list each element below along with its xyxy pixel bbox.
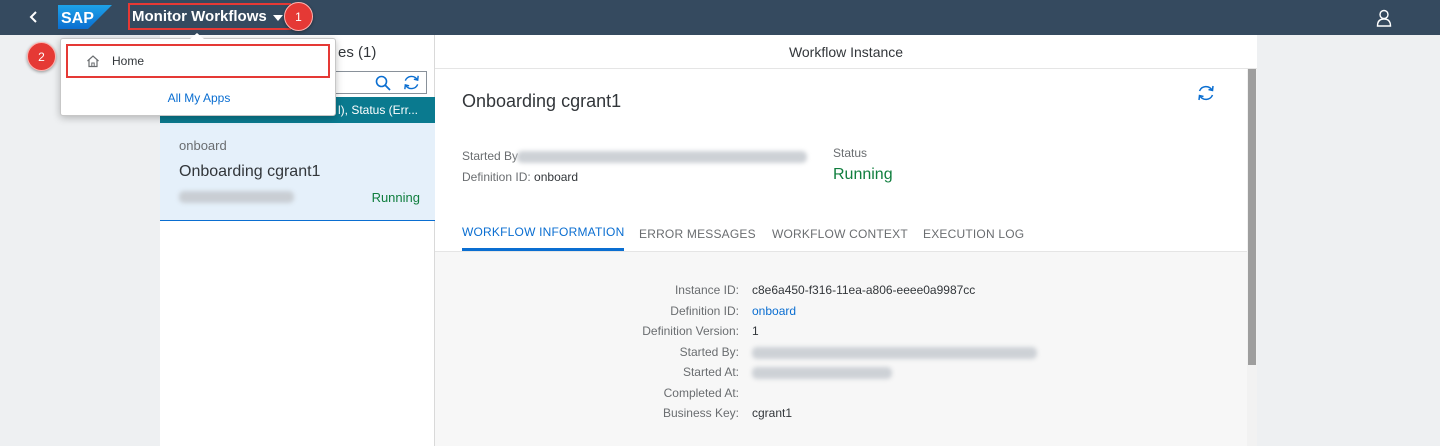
back-button[interactable] <box>22 5 46 29</box>
caret-down-icon <box>272 14 283 21</box>
tab-workflow-information[interactable]: WORKFLOW INFORMATION <box>462 215 625 251</box>
started-by-label: Started By: <box>679 345 739 359</box>
tab-bar: WORKFLOW INFORMATION ERROR MESSAGES WORK… <box>435 215 1247 252</box>
business-key-label: Business Key: <box>662 406 739 420</box>
chevron-left-icon <box>29 11 37 23</box>
tab-error-messages[interactable]: ERROR MESSAGES <box>639 215 756 252</box>
status-value: Running <box>833 166 893 183</box>
list-item-status: Running <box>371 190 420 205</box>
workflow-information-section: Instance ID: c8e6a450-f316-11ea-a806-eee… <box>435 252 1247 446</box>
annotation-badge-2: 2 <box>27 42 56 71</box>
filter-info-text: l), Status (Err... <box>338 103 419 117</box>
app-title-menu-button[interactable]: Monitor Workflows <box>128 3 291 30</box>
instance-id-label: Instance ID: <box>674 283 739 297</box>
home-menu-item[interactable]: Home <box>66 44 330 78</box>
detail-header: Workflow Instance <box>435 35 1257 69</box>
business-key-value: cgrant1 <box>752 406 793 420</box>
info-row-definition-id: Definition ID: onboard <box>435 304 1247 322</box>
user-profile-button[interactable] <box>1372 6 1396 30</box>
definition-id-value: onboard <box>534 170 579 184</box>
info-row-completed-at: Completed At: <box>435 386 1247 404</box>
navigation-popover: Home All My Apps <box>60 38 336 116</box>
definition-version-value: 1 <box>752 324 759 338</box>
home-menu-label: Home <box>112 54 145 68</box>
person-icon <box>1376 9 1392 27</box>
info-row-started-by: Started By: <box>435 345 1247 363</box>
annotation-badge-1: 1 <box>284 2 313 31</box>
list-item-definition: onboard <box>179 138 227 153</box>
home-icon <box>87 55 99 68</box>
tab-execution-log[interactable]: EXECUTION LOG <box>923 215 1024 252</box>
definition-id-label: Definition ID: <box>462 170 531 184</box>
status-label: Status <box>833 146 868 160</box>
all-my-apps-link[interactable]: All My Apps <box>61 87 337 109</box>
refresh-icon[interactable] <box>402 73 421 92</box>
started-by-redacted <box>752 347 1037 359</box>
object-title: Onboarding cgrant1 <box>462 91 622 111</box>
master-title-label: es (1) <box>338 43 377 61</box>
detail-panel: Workflow Instance Onboarding cgrant1 Sta… <box>435 35 1257 446</box>
info-row-instance-id: Instance ID: c8e6a450-f316-11ea-a806-eee… <box>435 283 1247 301</box>
app-title-label: Monitor Workflows <box>132 8 267 25</box>
list-item-title: Onboarding cgrant1 <box>179 163 321 180</box>
definition-id-attribute: Definition ID: onboard <box>462 170 578 184</box>
list-item[interactable]: onboard Onboarding cgrant1 Running <box>160 123 435 221</box>
definition-version-label: Definition Version: <box>642 324 739 338</box>
started-at-label: Started At: <box>682 365 739 379</box>
started-by-redacted <box>517 151 807 163</box>
refresh-icon[interactable] <box>1196 83 1216 103</box>
completed-at-label: Completed At: <box>663 386 739 400</box>
tab-workflow-context[interactable]: WORKFLOW CONTEXT <box>772 215 908 252</box>
popover-arrow <box>190 33 204 39</box>
sap-logo-text: SAP <box>61 10 94 27</box>
started-by-label: Started By <box>462 149 519 163</box>
scrollbar-thumb[interactable] <box>1248 69 1256 365</box>
sap-logo[interactable]: SAP <box>58 5 112 29</box>
search-icon[interactable] <box>374 74 392 92</box>
info-row-definition-version: Definition Version: 1 <box>435 324 1247 342</box>
definition-id-label: Definition ID: <box>670 304 739 318</box>
list-item-redacted-id <box>179 191 294 203</box>
instance-id-value: c8e6a450-f316-11ea-a806-eeee0a9987cc <box>752 283 976 297</box>
started-at-redacted <box>752 367 892 379</box>
info-row-started-at: Started At: <box>435 365 1247 383</box>
definition-id-link[interactable]: onboard <box>752 304 796 318</box>
info-row-business-key: Business Key: cgrant1 <box>435 406 1247 424</box>
shell-bar: SAP Monitor Workflows <box>0 0 1440 35</box>
